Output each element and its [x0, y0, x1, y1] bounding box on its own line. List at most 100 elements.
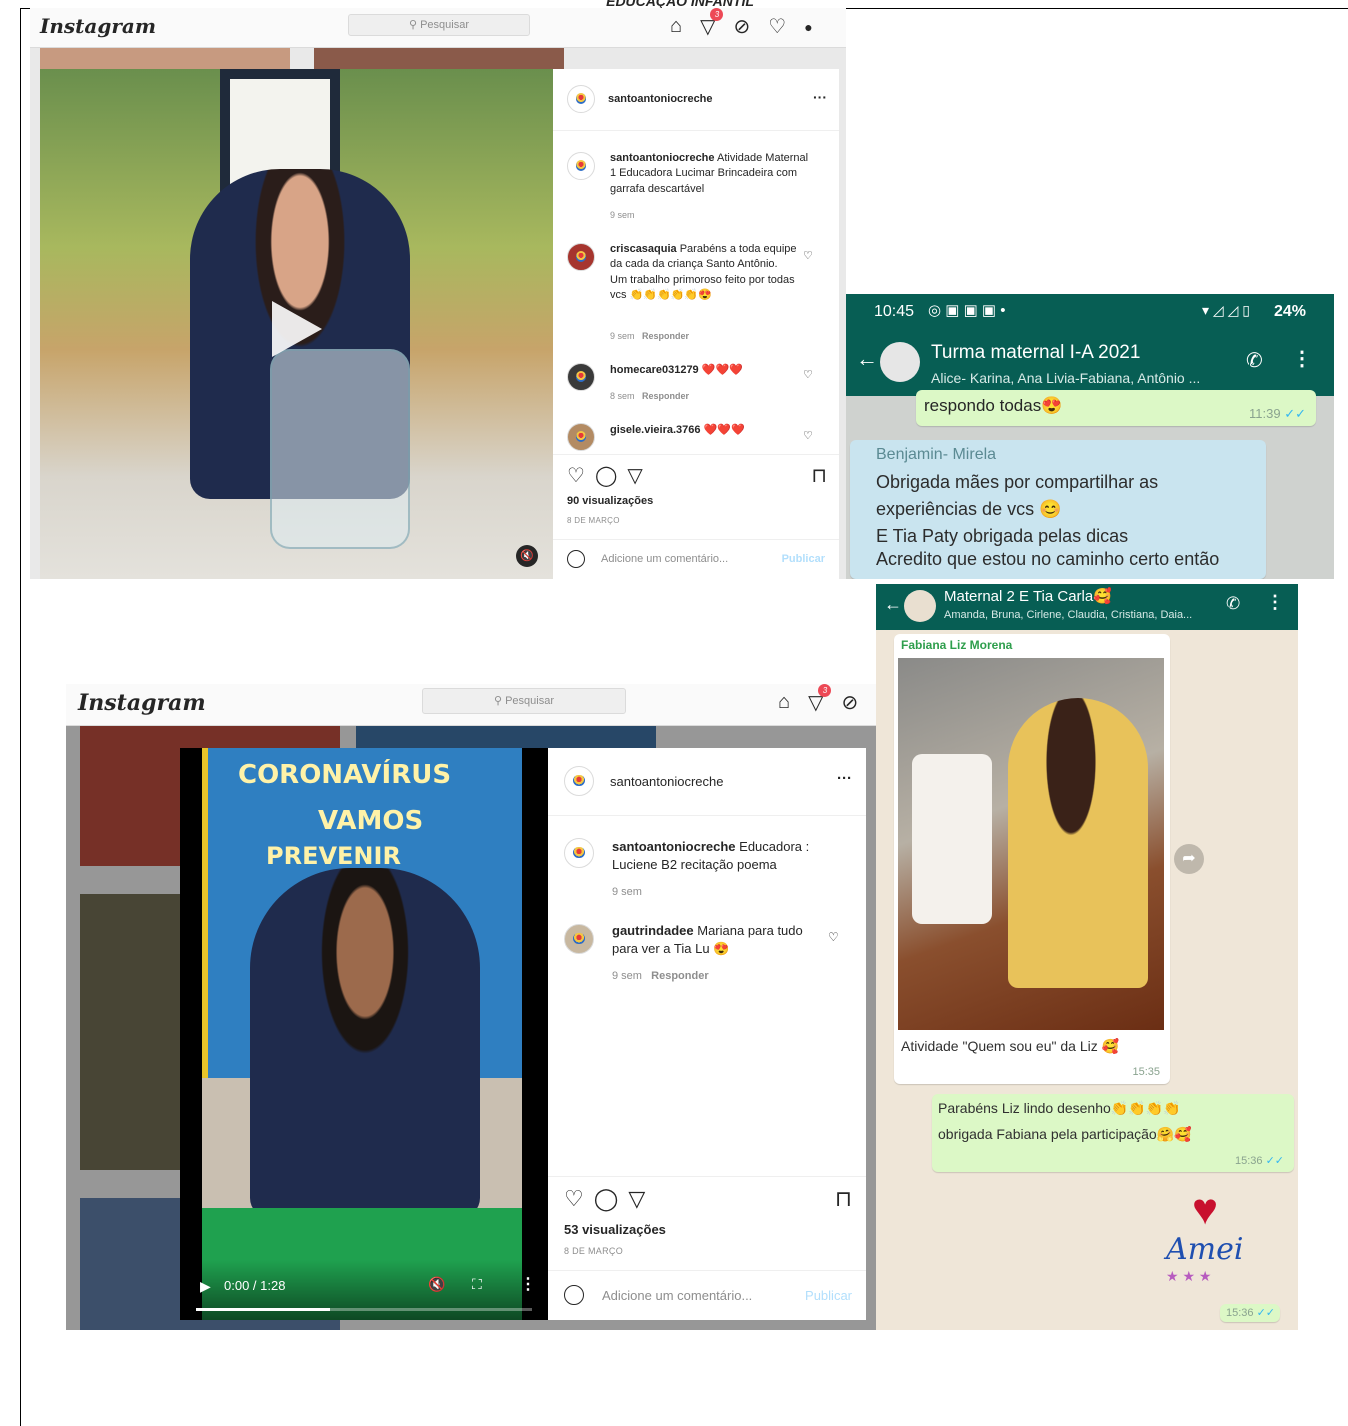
- account-avatar[interactable]: [567, 85, 595, 113]
- reply-button[interactable]: Responder: [651, 970, 708, 982]
- like-comment-icon[interactable]: ♡: [803, 249, 813, 262]
- add-comment-bar: Adicione um comentário... Publicar: [548, 1270, 866, 1320]
- scene-person: [250, 868, 480, 1218]
- play-icon[interactable]: [272, 301, 322, 357]
- play-icon[interactable]: ▶: [200, 1278, 211, 1295]
- comment-input[interactable]: Adicione um comentário...: [602, 1288, 752, 1303]
- shared-photo[interactable]: [898, 658, 1164, 1030]
- like-comment-icon[interactable]: ♡: [828, 930, 839, 944]
- comment-2-meta: 8 sem Responder: [610, 391, 690, 401]
- read-ticks-icon: ✓✓: [1284, 406, 1306, 421]
- message-text: respondo todas😍: [924, 396, 1063, 415]
- menu-icon[interactable]: ⋮: [1292, 346, 1312, 371]
- signal-icons: ▾ ◿ ◿ ▯: [1202, 302, 1250, 318]
- profile-avatar[interactable]: ●: [804, 19, 812, 35]
- dm-badge: 3: [710, 8, 724, 21]
- caption-time: 9 sem: [610, 210, 635, 220]
- explore-icon[interactable]: ⊘: [841, 690, 858, 715]
- search-input[interactable]: ⚲ Pesquisar: [422, 688, 626, 714]
- reply-button[interactable]: Responder: [642, 331, 689, 341]
- add-call-icon[interactable]: ✆: [1246, 348, 1263, 373]
- post-date: 8 DE MARÇO: [567, 516, 620, 525]
- instagram-screenshot-1: Instagram ⚲ Pesquisar ⌂ ▽ 3 ⊘ ♡ ● 🔇 santo…: [30, 8, 846, 579]
- explore-icon[interactable]: ⊘: [733, 14, 750, 39]
- account-avatar[interactable]: [564, 766, 594, 796]
- sticker-time-pill: 15:36 ✓✓: [1220, 1304, 1280, 1322]
- post-panel: santoantoniocreche ··· santoantoniocrech…: [548, 748, 866, 1320]
- like-icon[interactable]: ♡: [564, 1186, 594, 1211]
- video-player[interactable]: 🔇: [40, 69, 553, 579]
- add-call-icon[interactable]: ✆: [1226, 594, 1240, 614]
- more-icon[interactable]: ⋮: [520, 1274, 536, 1294]
- message-line: Parabéns Liz lindo desenho👏👏👏👏: [938, 1100, 1181, 1116]
- share-icon[interactable]: ▽: [627, 465, 652, 487]
- reply-button[interactable]: Responder: [642, 391, 689, 401]
- sticker-text: Amei: [1166, 1232, 1244, 1267]
- video-player[interactable]: CORONAVÍRUS VAMOS PREVENIR ▶ 0:00 / 1:28…: [180, 748, 548, 1320]
- instagram-screenshot-2: Instagram ⚲ Pesquisar ⌂ ▽ 3 ⊘ CORONAVÍRUS…: [66, 684, 876, 1330]
- search-icon: ⚲: [493, 695, 506, 707]
- message-line: Acredito que estou no caminho certo entã…: [876, 549, 1220, 569]
- group-members: Amanda, Bruna, Cirlene, Claudia, Cristia…: [944, 609, 1193, 621]
- group-avatar[interactable]: [904, 590, 936, 622]
- comment-1: criscasaquia Parabéns a toda equipe da c…: [610, 243, 797, 302]
- post-actions: ♡◯▽: [564, 1186, 655, 1212]
- incoming-message: Benjamin- Mirela Obrigada mães por compa…: [850, 440, 1266, 579]
- video-time: 0:00 / 1:28: [224, 1278, 286, 1293]
- message-line: E Tia Paty obrigada pelas dicas: [876, 526, 1129, 546]
- menu-icon[interactable]: ⋮: [1266, 592, 1284, 613]
- activity-icon[interactable]: ♡: [768, 14, 786, 39]
- like-comment-icon[interactable]: ♡: [803, 429, 813, 442]
- comment-icon[interactable]: ◯: [594, 1186, 629, 1211]
- fullscreen-icon[interactable]: ⛶: [472, 1276, 482, 1293]
- bookmark-icon[interactable]: ⊓: [811, 463, 827, 488]
- emoji-icon[interactable]: [567, 550, 585, 568]
- more-options-icon[interactable]: ···: [813, 89, 827, 105]
- back-arrow-icon[interactable]: ←: [884, 594, 902, 615]
- group-avatar[interactable]: [880, 342, 920, 382]
- comment-icon[interactable]: ◯: [595, 465, 627, 487]
- ig-logo[interactable]: Instagram: [78, 690, 206, 716]
- commenter-avatar[interactable]: [564, 924, 594, 954]
- commenter-avatar[interactable]: [567, 423, 595, 451]
- comment-input[interactable]: Adicione um comentário...: [601, 553, 728, 565]
- home-icon[interactable]: ⌂: [670, 15, 682, 38]
- emoji-icon[interactable]: [564, 1285, 584, 1305]
- account-name[interactable]: santoantoniocreche: [610, 774, 723, 789]
- view-count[interactable]: 53 visualizações: [564, 1222, 666, 1237]
- progress-track[interactable]: [196, 1308, 532, 1311]
- search-input[interactable]: ⚲ Pesquisar: [348, 14, 530, 36]
- back-arrow-icon[interactable]: ←: [856, 346, 878, 372]
- mute-icon[interactable]: 🔇: [516, 545, 538, 567]
- group-title[interactable]: Turma maternal I-A 2021: [931, 342, 1140, 364]
- forward-icon[interactable]: ➦: [1174, 844, 1204, 874]
- sticker-amei[interactable]: ♥ Amei ★ ★ ★: [1164, 1180, 1274, 1290]
- view-count[interactable]: 90 visualizações: [567, 495, 653, 507]
- share-icon[interactable]: ▽: [628, 1186, 655, 1211]
- like-comment-icon[interactable]: ♡: [803, 368, 813, 381]
- read-ticks-icon: ✓✓: [1256, 1307, 1276, 1319]
- group-title[interactable]: Maternal 2 E Tia Carla🥰: [944, 587, 1112, 605]
- message-time: 15:35: [1132, 1066, 1160, 1078]
- like-icon[interactable]: ♡: [567, 465, 595, 487]
- direct-icon[interactable]: ▽ 3: [808, 684, 832, 715]
- post-header: santoantoniocreche ···: [553, 69, 839, 131]
- ig-logo[interactable]: Instagram: [40, 14, 156, 38]
- dm-badge: 3: [818, 684, 832, 697]
- mute-icon[interactable]: 🔇: [428, 1276, 445, 1293]
- publish-button[interactable]: Publicar: [782, 553, 825, 565]
- direct-icon[interactable]: ▽ 3: [700, 8, 724, 39]
- poster-line-2: VAMOS: [318, 806, 424, 836]
- comment-1-meta: 9 sem Responder: [610, 331, 690, 341]
- bookmark-icon[interactable]: ⊓: [835, 1186, 852, 1212]
- commenter-avatar[interactable]: [567, 243, 595, 271]
- commenter-avatar[interactable]: [567, 363, 595, 391]
- account-name[interactable]: santoantoniocreche: [608, 93, 713, 105]
- sender-name: Fabiana Liz Morena: [901, 638, 1013, 652]
- more-options-icon[interactable]: ···: [837, 770, 852, 787]
- publish-button[interactable]: Publicar: [805, 1288, 852, 1303]
- caption-text: santoantoniocreche Atividade Maternal 1 …: [610, 152, 809, 195]
- incoming-image-message: Fabiana Liz Morena Atividade "Quem sou e…: [894, 634, 1170, 1084]
- home-icon[interactable]: ⌂: [778, 691, 790, 714]
- sticker-stars: ★ ★ ★: [1166, 1268, 1212, 1284]
